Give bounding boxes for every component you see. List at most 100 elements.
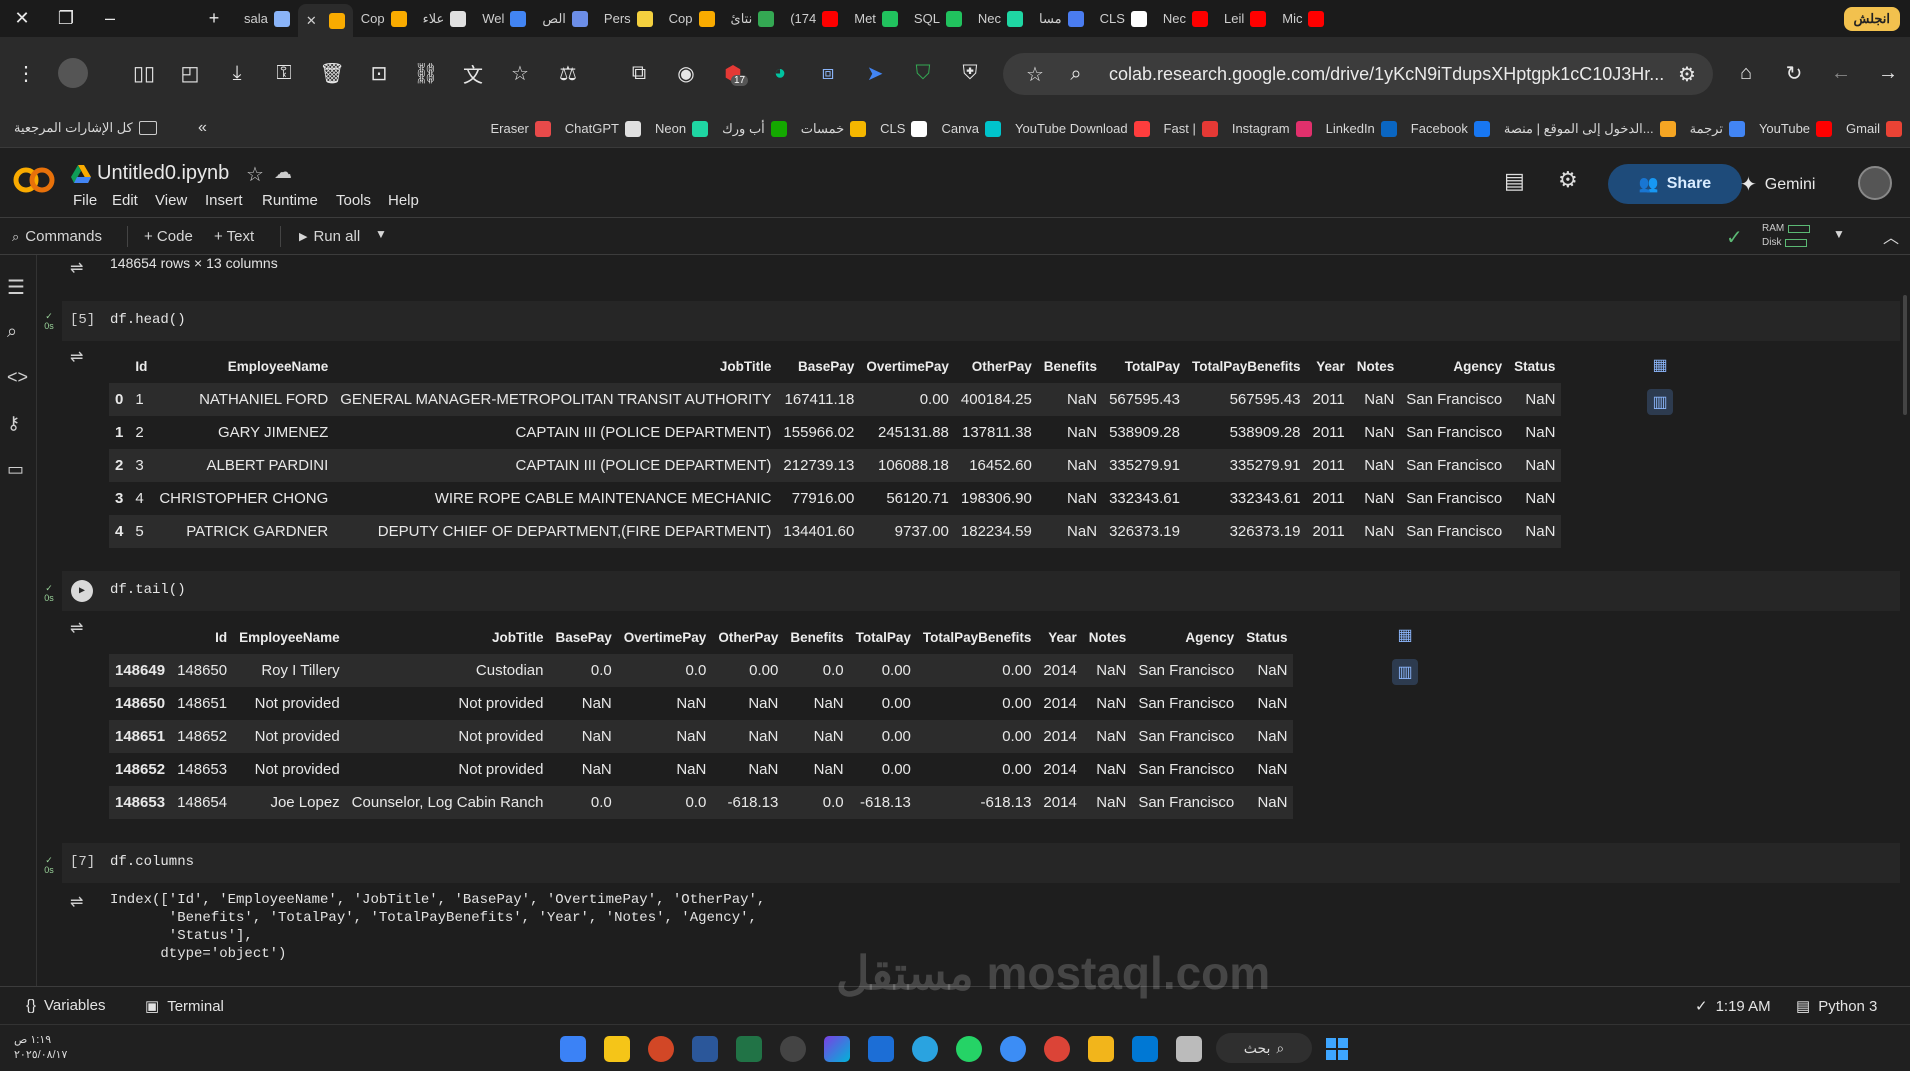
task-view-icon[interactable] xyxy=(1176,1036,1202,1062)
browser-tab[interactable]: Pers xyxy=(596,4,661,33)
tab-search-icon[interactable]: ⧈ xyxy=(816,61,840,85)
store-icon[interactable] xyxy=(1132,1036,1158,1062)
screenshot-icon[interactable]: ⊡ xyxy=(367,61,391,85)
run-cell-button[interactable]: ▶ xyxy=(71,580,93,602)
account-avatar[interactable] xyxy=(1858,166,1892,200)
star-icon[interactable]: ☆ xyxy=(246,162,264,187)
browser-tab[interactable]: CLS xyxy=(1092,4,1155,33)
comments-icon[interactable]: ▤ xyxy=(1504,168,1525,194)
bookmark-star-icon[interactable]: ☆ xyxy=(1023,62,1047,86)
extensions-icon[interactable]: ⧉ xyxy=(627,61,651,85)
adblock-icon[interactable]: ⬢ 17 xyxy=(721,61,749,86)
bookmark-item[interactable]: Canva xyxy=(941,120,1002,137)
menu-edit[interactable]: Edit xyxy=(112,192,138,209)
add-text-button[interactable]: + Text xyxy=(214,228,254,245)
browser-tab[interactable]: SQL xyxy=(906,4,970,33)
suggest-charts-icon[interactable]: ▥ xyxy=(1647,389,1673,415)
bookmark-item[interactable]: ترجمة xyxy=(1690,120,1745,137)
run-all-button[interactable]: ▶ Run all xyxy=(299,228,360,245)
bookmark-item[interactable]: Eraser xyxy=(491,120,551,137)
minimize-window-icon[interactable]: – xyxy=(88,0,132,37)
resources-indicator[interactable]: RAM Disk xyxy=(1762,222,1811,250)
browser-tab[interactable]: Nec xyxy=(970,4,1031,33)
restore-window-icon[interactable]: ❐ xyxy=(44,0,88,37)
code-cell-tail[interactable]: ▶ df.tail() xyxy=(62,571,1900,611)
browser-tab[interactable]: علاء xyxy=(415,4,475,33)
whatsapp-icon[interactable] xyxy=(956,1036,982,1062)
cell-code[interactable]: df.columns xyxy=(110,854,194,870)
site-settings-icon[interactable]: ⚙ xyxy=(1675,62,1699,86)
back-icon[interactable]: ← xyxy=(1829,61,1853,85)
file-explorer-app-icon[interactable] xyxy=(604,1036,630,1062)
output-toggle-icon[interactable]: ⇌ xyxy=(70,347,92,366)
colab-logo-icon[interactable] xyxy=(12,166,56,194)
avatar[interactable] xyxy=(58,58,88,88)
browser-tab[interactable]: مسا xyxy=(1031,4,1092,33)
edge-icon[interactable]: ◕ xyxy=(768,61,792,85)
last-run-status[interactable]: ✓ 1:19 AM xyxy=(1695,997,1771,1016)
chrome-icon[interactable] xyxy=(1044,1036,1070,1062)
menu-insert[interactable]: Insert xyxy=(205,192,243,209)
paint-app-icon[interactable] xyxy=(560,1036,586,1062)
browser-tab[interactable]: نتائ xyxy=(723,4,783,33)
find-icon[interactable]: ⌕ xyxy=(7,321,31,345)
system-clock[interactable]: ١:١٩ ص ٢٠٢٥/٠٨/١٧ xyxy=(14,1033,67,1063)
bookmark-item[interactable]: Fast | xyxy=(1164,120,1218,137)
menu-help[interactable]: Help xyxy=(388,192,419,209)
bookmark-item[interactable]: ChatGPT xyxy=(565,120,641,137)
gemini-button[interactable]: ✦ Gemini xyxy=(1740,172,1815,197)
close-tab-icon[interactable]: ✕ xyxy=(306,13,317,29)
secrets-key-icon[interactable]: ⚷ xyxy=(7,413,31,437)
browser-tab[interactable]: Nec xyxy=(1155,4,1216,33)
runtime-type[interactable]: ▤ Python 3 xyxy=(1796,997,1877,1016)
delete-icon[interactable]: 🗑 xyxy=(319,61,344,85)
bookmark-item[interactable]: Facebook xyxy=(1411,120,1490,137)
reading-mode-icon[interactable]: ▯▯ xyxy=(132,61,156,85)
cast-icon[interactable]: ◰ xyxy=(178,61,202,85)
code-snippets-icon[interactable]: <> xyxy=(7,367,31,391)
collapse-header-icon[interactable]: ︿ xyxy=(1883,224,1899,248)
taskbar-search[interactable]: بحث ⌕ xyxy=(1216,1033,1312,1063)
runtime-dropdown-icon[interactable]: ▼ xyxy=(1833,227,1845,241)
bookmarks-overflow-icon[interactable]: « xyxy=(198,119,207,137)
app-icon[interactable] xyxy=(868,1036,894,1062)
browser-tab[interactable]: Cop xyxy=(661,4,723,33)
settings-gear-icon[interactable]: ⚙ xyxy=(1558,167,1578,193)
code-cell-head[interactable]: [5] df.head() xyxy=(62,301,1900,341)
terminal-button[interactable]: ▣ Terminal xyxy=(145,997,224,1016)
favorites-icon[interactable]: ☆ xyxy=(508,61,532,85)
add-code-button[interactable]: + Code xyxy=(144,228,193,245)
bookmark-item[interactable]: LinkedIn xyxy=(1326,120,1397,137)
share-button[interactable]: 👥 Share xyxy=(1608,164,1742,204)
menu-file[interactable]: File xyxy=(73,192,97,209)
cell-code[interactable]: df.tail() xyxy=(110,582,186,598)
bookmark-item[interactable]: CLS xyxy=(880,120,928,137)
table-view-icon[interactable]: ▦ xyxy=(1392,622,1418,648)
files-folder-icon[interactable]: ▭ xyxy=(7,459,31,483)
browser-tab[interactable]: الص xyxy=(534,4,596,33)
output-toggle-icon[interactable]: ⇌ xyxy=(70,258,92,277)
browser-tab[interactable]: Cop xyxy=(353,4,415,33)
notebook-title[interactable]: Untitled0.ipynb xyxy=(97,162,229,185)
suggest-charts-icon[interactable]: ▥ xyxy=(1392,659,1418,685)
chatgpt-icon[interactable] xyxy=(780,1036,806,1062)
output-toggle-icon[interactable]: ⇌ xyxy=(70,892,92,911)
microsoft365-icon[interactable] xyxy=(824,1036,850,1062)
link-icon[interactable]: ⛓ xyxy=(413,61,438,85)
reload-icon[interactable]: ↻ xyxy=(1782,61,1806,85)
browser-tab[interactable]: Met xyxy=(846,4,906,33)
scrollbar[interactable] xyxy=(1903,295,1907,415)
browser-tab[interactable]: Leil xyxy=(1216,4,1274,33)
bookmark-item[interactable]: خمسات xyxy=(801,120,867,137)
bookmark-item[interactable]: Neon xyxy=(655,120,709,137)
menu-tools[interactable]: Tools xyxy=(336,192,371,209)
table-view-icon[interactable]: ▦ xyxy=(1647,352,1673,378)
vpn-shield-icon[interactable]: ⛉ xyxy=(911,61,935,85)
commands-button[interactable]: ⌕ Commands xyxy=(12,228,102,245)
home-icon[interactable]: ⌂ xyxy=(1734,61,1758,85)
bookmark-item[interactable]: YouTube Download xyxy=(1015,120,1150,137)
windows-start-icon[interactable] xyxy=(1324,1036,1350,1062)
more-menu-icon[interactable]: ⋮ xyxy=(14,61,38,85)
browser-tab[interactable]: ✕ xyxy=(297,4,353,37)
output-toggle-icon[interactable]: ⇌ xyxy=(70,618,92,637)
